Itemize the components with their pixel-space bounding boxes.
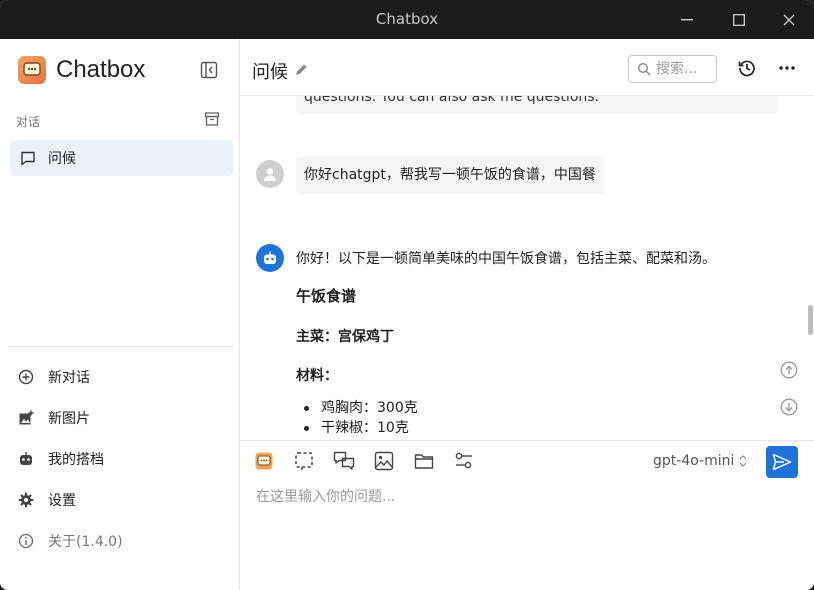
message-scrollbar[interactable]	[808, 305, 813, 335]
model-selector[interactable]: gpt-4o-mini	[653, 453, 748, 469]
maximize-button[interactable]	[716, 0, 762, 39]
settings-sliders-button[interactable]	[453, 450, 475, 472]
my-partner-button[interactable]: 我的搭档	[18, 447, 104, 471]
search-input[interactable]	[656, 61, 716, 77]
image-plus-icon	[19, 410, 34, 425]
selection-button[interactable]	[293, 450, 315, 472]
previous-message-text: questions. You can also ask me questions…	[304, 96, 599, 105]
about-button[interactable]: 关于(1.4.0)	[18, 529, 123, 553]
send-button[interactable]	[766, 446, 798, 478]
more-button[interactable]	[776, 57, 798, 79]
ingredient-text: 鸡胸肉：300克	[321, 400, 418, 416]
app-logo: Chatbox	[18, 55, 145, 85]
pencil-icon	[296, 64, 307, 75]
robot-icon	[264, 251, 276, 264]
close-icon	[783, 14, 795, 25]
selection-icon	[295, 452, 313, 470]
conversation-item[interactable]: 问候	[10, 140, 233, 176]
ingredient-list: 鸡胸肉：300克 干辣椒：10克	[304, 398, 418, 438]
collapse-sidebar-icon	[200, 61, 218, 79]
assistant-main-dish: 主菜：宫保鸡丁	[296, 329, 394, 345]
arrow-up-circle-icon	[780, 361, 798, 379]
archive-icon	[204, 112, 220, 126]
ingredient-text: 干辣椒：10克	[321, 420, 409, 436]
assistant-materials-label: 材料：	[296, 368, 338, 384]
chat-switch-icon	[333, 451, 355, 470]
title-bar: Chatbox	[0, 0, 814, 39]
message-list[interactable]: questions. You can also ask me questions…	[240, 96, 814, 440]
scroll-to-top-button[interactable]	[780, 361, 798, 383]
new-image-button[interactable]: 新图片	[18, 406, 90, 430]
settings-button[interactable]: 设置	[18, 488, 76, 512]
info-icon	[18, 533, 34, 549]
plus-circle-icon	[18, 369, 34, 385]
collapse-sidebar-button[interactable]	[198, 59, 220, 81]
user-message: 你好chatgpt，帮我写一顿午饭的食谱，中国餐	[296, 157, 604, 194]
list-item: 鸡胸肉：300克	[304, 398, 418, 418]
minimize-button[interactable]	[664, 0, 710, 39]
previous-message-bubble: questions. You can also ask me questions…	[296, 96, 777, 114]
history-button[interactable]	[736, 57, 758, 79]
new-image-label: 新图片	[48, 411, 90, 427]
assistant-heading: 午饭食谱	[296, 287, 357, 305]
search-icon	[637, 62, 650, 76]
sidebar: Chatbox 对话 问候 新对话 新图片 我的搭档 设置 关于(1.4.0)	[0, 39, 240, 590]
chatbox-logo-button[interactable]	[253, 450, 275, 472]
send-icon	[772, 453, 792, 471]
chatbox-logo-icon	[255, 452, 273, 470]
folder-icon	[414, 454, 434, 469]
chat-switch-button[interactable]	[333, 450, 355, 472]
scroll-to-bottom-button[interactable]	[780, 398, 798, 420]
composer: gpt-4o-mini	[240, 440, 814, 590]
arrow-down-circle-icon	[780, 398, 798, 416]
assistant-message-intro: 你好！以下是一顿简单美味的中国午饭食谱，包括主菜、配菜和汤。	[296, 251, 716, 267]
app-name: Chatbox	[56, 56, 146, 83]
assistant-avatar	[256, 244, 284, 272]
settings-label: 设置	[48, 493, 76, 509]
user-icon	[264, 168, 276, 181]
chat-bubble-icon	[21, 151, 35, 166]
model-name: gpt-4o-mini	[653, 453, 735, 469]
message-input[interactable]	[256, 485, 796, 509]
more-icon	[779, 66, 795, 70]
gear-icon	[18, 492, 34, 508]
archive-button[interactable]	[204, 111, 222, 129]
folder-button[interactable]	[413, 450, 435, 472]
conversation-title: 问候	[252, 62, 288, 83]
image-button[interactable]	[373, 450, 395, 472]
history-icon	[738, 60, 755, 77]
about-label: 关于(1.4.0)	[48, 534, 123, 550]
updown-icon	[739, 455, 747, 467]
my-partner-label: 我的搭档	[48, 452, 104, 468]
edit-title-button[interactable]	[294, 61, 308, 82]
settings-sliders-icon	[455, 452, 472, 469]
search-box[interactable]	[628, 55, 717, 83]
app-window: Chatbox Chatbox 对话 问候 新对话 新图片 我的搭档 设置 关于…	[0, 0, 814, 590]
chat-header: 问候	[240, 39, 814, 96]
new-chat-button[interactable]: 新对话	[18, 365, 90, 389]
conversation-title-area: 问候	[252, 58, 308, 84]
main-panel: 问候 questions. You can also ask me questi…	[240, 39, 814, 590]
conversations-label: 对话	[16, 115, 41, 129]
robot-icon	[20, 452, 32, 465]
close-button[interactable]	[766, 0, 812, 39]
image-icon	[374, 451, 394, 471]
conversation-label: 问候	[48, 151, 76, 167]
sidebar-divider	[8, 346, 234, 347]
chatbox-logo-icon	[18, 56, 46, 84]
user-avatar	[256, 160, 284, 188]
minimize-icon	[681, 18, 693, 20]
list-item: 干辣椒：10克	[304, 418, 418, 438]
new-chat-label: 新对话	[48, 370, 90, 386]
maximize-icon	[733, 13, 745, 26]
